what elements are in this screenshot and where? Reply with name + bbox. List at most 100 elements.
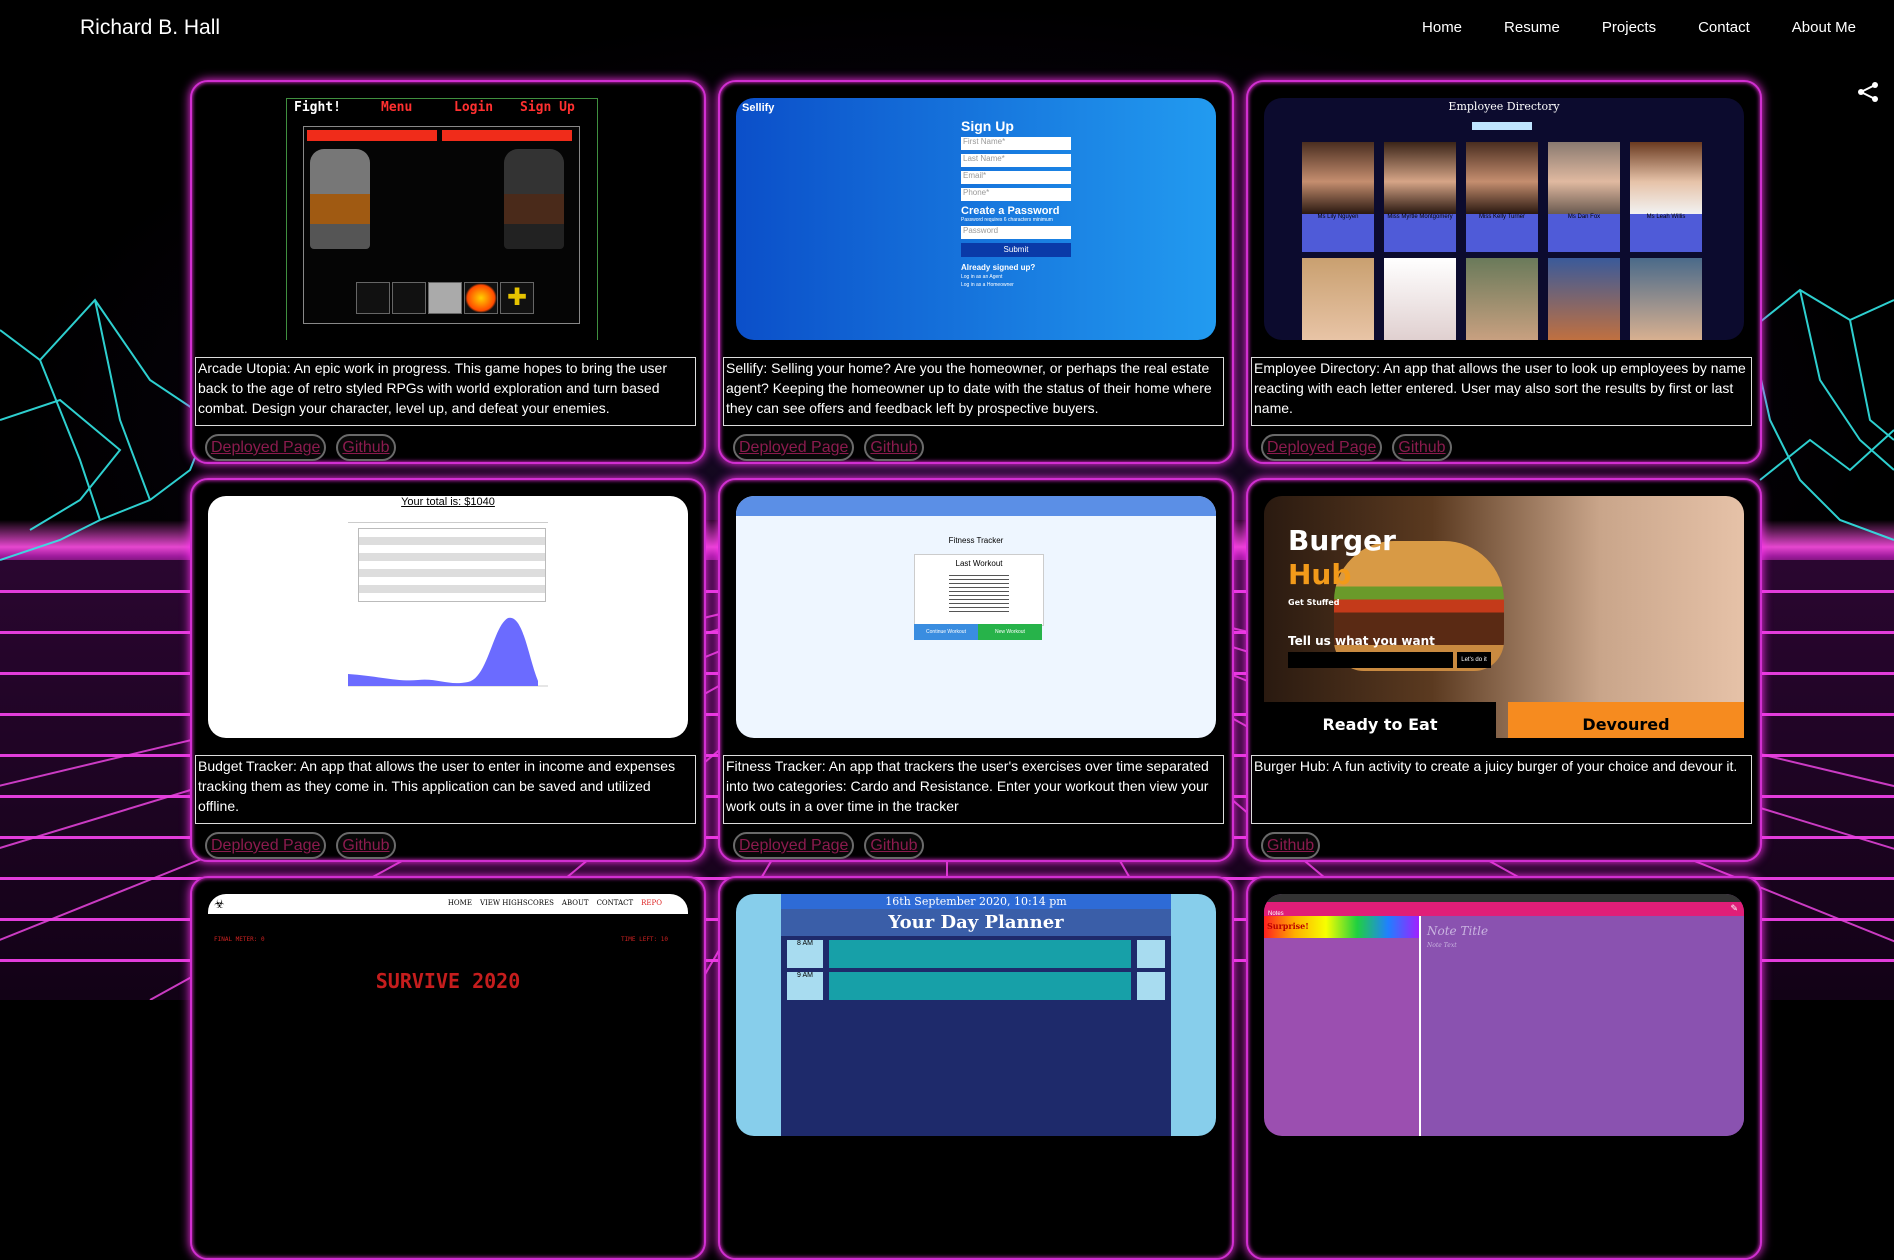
event-input[interactable] [829, 972, 1131, 1000]
nav-contact[interactable]: Contact [1698, 19, 1750, 36]
planner-date: 16th September 2020, 10:14 pm [781, 894, 1171, 909]
password-hint: Password requires 6 characters minimum [961, 217, 1053, 223]
bow-icon[interactable] [392, 282, 426, 314]
deployed-page-link[interactable]: Deployed Page [205, 434, 327, 461]
project-links: Deployed Page Github [1261, 434, 1452, 461]
save-icon[interactable] [1137, 972, 1165, 1000]
deployed-page-link[interactable]: Deployed Page [1261, 434, 1383, 461]
password-field[interactable]: Password [961, 226, 1071, 239]
employee-card: Ms Dan Fox [1548, 142, 1620, 252]
project-screenshot[interactable]: Your total is: $1040 [208, 496, 688, 738]
login-homeowner-link[interactable]: Log in as a Homeowner [961, 282, 1071, 288]
dark-knight-sprite-icon [504, 149, 564, 249]
save-icon[interactable] [1137, 940, 1165, 968]
employee-name: Ms Lily Nguyen [1317, 214, 1359, 220]
budget-total: Your total is: $1040 [401, 496, 495, 508]
phone-field[interactable]: Phone* [961, 188, 1071, 201]
transactions-table [358, 528, 546, 602]
github-link[interactable]: Github [336, 832, 396, 859]
survive-nav-home[interactable]: HOME [448, 899, 472, 907]
deployed-page-link[interactable]: Deployed Page [733, 832, 855, 859]
sword-icon[interactable] [356, 282, 390, 314]
game-menu-login: Login [454, 100, 494, 115]
project-description: Employee Directory: An app that allows t… [1251, 357, 1752, 426]
project-screenshot[interactable]: Employee Directory Ms Lily Nguyen Miss M… [1264, 98, 1744, 340]
project-card-employee-directory: Employee Directory Ms Lily Nguyen Miss M… [1246, 80, 1762, 464]
signup-title: Sign Up [961, 118, 1014, 134]
github-link[interactable]: Github [1261, 832, 1321, 859]
fitness-title: Fitness Tracker [948, 536, 1004, 545]
nav-menu: Home Resume Projects Contact About Me [1380, 19, 1856, 36]
last-name-field[interactable]: Last Name* [961, 154, 1071, 167]
project-card-notes: Notes ✎ Surprise! Note Title Note Text [1246, 876, 1762, 1260]
event-input[interactable] [829, 940, 1131, 968]
note-title-input[interactable]: Note Title [1427, 924, 1488, 938]
avatar [1548, 142, 1620, 214]
project-description: Arcade Utopia: An epic work in progress.… [195, 357, 696, 426]
directory-title: Employee Directory [1448, 100, 1560, 113]
avatar [1548, 258, 1620, 340]
survive-nav-repo[interactable]: REPO [641, 899, 662, 907]
already-signed-up: Already signed up? [961, 263, 1036, 272]
github-link[interactable]: Github [336, 434, 396, 461]
hour-label: 9 AM [787, 972, 823, 1000]
employee-name: Miss Kelly Turner [1478, 214, 1525, 220]
game-menu-menu: Menu [381, 100, 413, 115]
project-screenshot[interactable]: ☣ HOME VIEW HIGHSCORES ABOUT CONTACT REP… [208, 894, 688, 1136]
nav-resume[interactable]: Resume [1504, 19, 1560, 36]
survive-nav-highscores[interactable]: VIEW HIGHSCORES [480, 899, 554, 907]
survive-title: SURVIVE 2020 [375, 969, 521, 993]
lets-do-it-button[interactable]: Let's do it [1457, 652, 1491, 668]
avatar [1466, 258, 1538, 340]
new-workout-button[interactable]: New Workout [978, 624, 1042, 640]
deployed-page-link[interactable]: Deployed Page [205, 832, 327, 859]
time-left: TIME LEFT: 10 [621, 936, 668, 943]
employee-name: Ms Leah Willis [1646, 214, 1686, 220]
employee-card: Miss Myrtle Montgomery [1384, 142, 1456, 252]
survive-nav-about[interactable]: ABOUT [562, 899, 589, 907]
note-text-input[interactable]: Note Text [1427, 942, 1457, 949]
shield-icon[interactable] [428, 282, 462, 314]
edit-icon[interactable]: ✎ [1730, 903, 1738, 914]
email-field[interactable]: Email* [961, 171, 1071, 184]
project-screenshot[interactable]: Burger Hub Get Stuffed Tell us what you … [1264, 496, 1744, 738]
brand-name[interactable]: Richard B. Hall [80, 16, 220, 40]
github-link[interactable]: Github [1392, 434, 1452, 461]
project-links: Deployed Page Github [205, 434, 396, 461]
project-card-arcade-utopia: Fight! Menu Login Sign Up ✚ Arcade Utopi… [190, 80, 706, 464]
project-screenshot[interactable]: Fitness Tracker Last Workout Continue Wo… [736, 496, 1216, 738]
project-screenshot[interactable]: 16th September 2020, 10:14 pm Your Day P… [736, 894, 1216, 1136]
project-screenshot[interactable]: Sellify Sign Up First Name* Last Name* E… [736, 98, 1216, 340]
top-navbar: Richard B. Hall Home Resume Projects Con… [0, 0, 1894, 58]
submit-button[interactable]: Submit [961, 243, 1071, 257]
project-card-sellify: Sellify Sign Up First Name* Last Name* E… [718, 80, 1234, 464]
avatar [1466, 142, 1538, 214]
employee-card: Miss Kelly Turner [1466, 142, 1538, 252]
holy-cross-icon[interactable]: ✚ [500, 282, 534, 314]
project-screenshot[interactable]: Notes ✎ Surprise! Note Title Note Text [1264, 894, 1744, 1136]
github-link[interactable]: Github [864, 434, 924, 461]
sellify-logo: Sellify [742, 102, 775, 114]
tagline: Get Stuffed [1288, 598, 1340, 607]
employee-name: Ms Dan Fox [1567, 214, 1601, 220]
survive-nav-contact[interactable]: CONTACT [597, 899, 634, 907]
planner-title: Your Day Planner [781, 909, 1171, 936]
project-screenshot[interactable]: Fight! Menu Login Sign Up ✚ [208, 98, 688, 340]
nav-home[interactable]: Home [1422, 19, 1462, 36]
burger-input[interactable] [1288, 652, 1453, 668]
deployed-page-link[interactable]: Deployed Page [733, 434, 855, 461]
nav-projects[interactable]: Projects [1602, 19, 1656, 36]
devoured-column: Devoured [1508, 702, 1744, 738]
project-links: Github [1261, 832, 1321, 859]
fireball-icon[interactable] [464, 282, 498, 314]
project-card-fitness-tracker: Fitness Tracker Last Workout Continue Wo… [718, 478, 1234, 862]
login-agent-link[interactable]: Log in as an Agent [961, 274, 1071, 280]
search-input[interactable] [1472, 122, 1532, 130]
github-link[interactable]: Github [864, 832, 924, 859]
nav-about-me[interactable]: About Me [1792, 19, 1856, 36]
continue-workout-button[interactable]: Continue Workout [914, 624, 978, 640]
project-card-survive-2020: ☣ HOME VIEW HIGHSCORES ABOUT CONTACT REP… [190, 876, 706, 1260]
share-icon[interactable] [1856, 80, 1880, 104]
first-name-field[interactable]: First Name* [961, 137, 1071, 150]
project-description: Sellify: Selling your home? Are you the … [723, 357, 1224, 426]
